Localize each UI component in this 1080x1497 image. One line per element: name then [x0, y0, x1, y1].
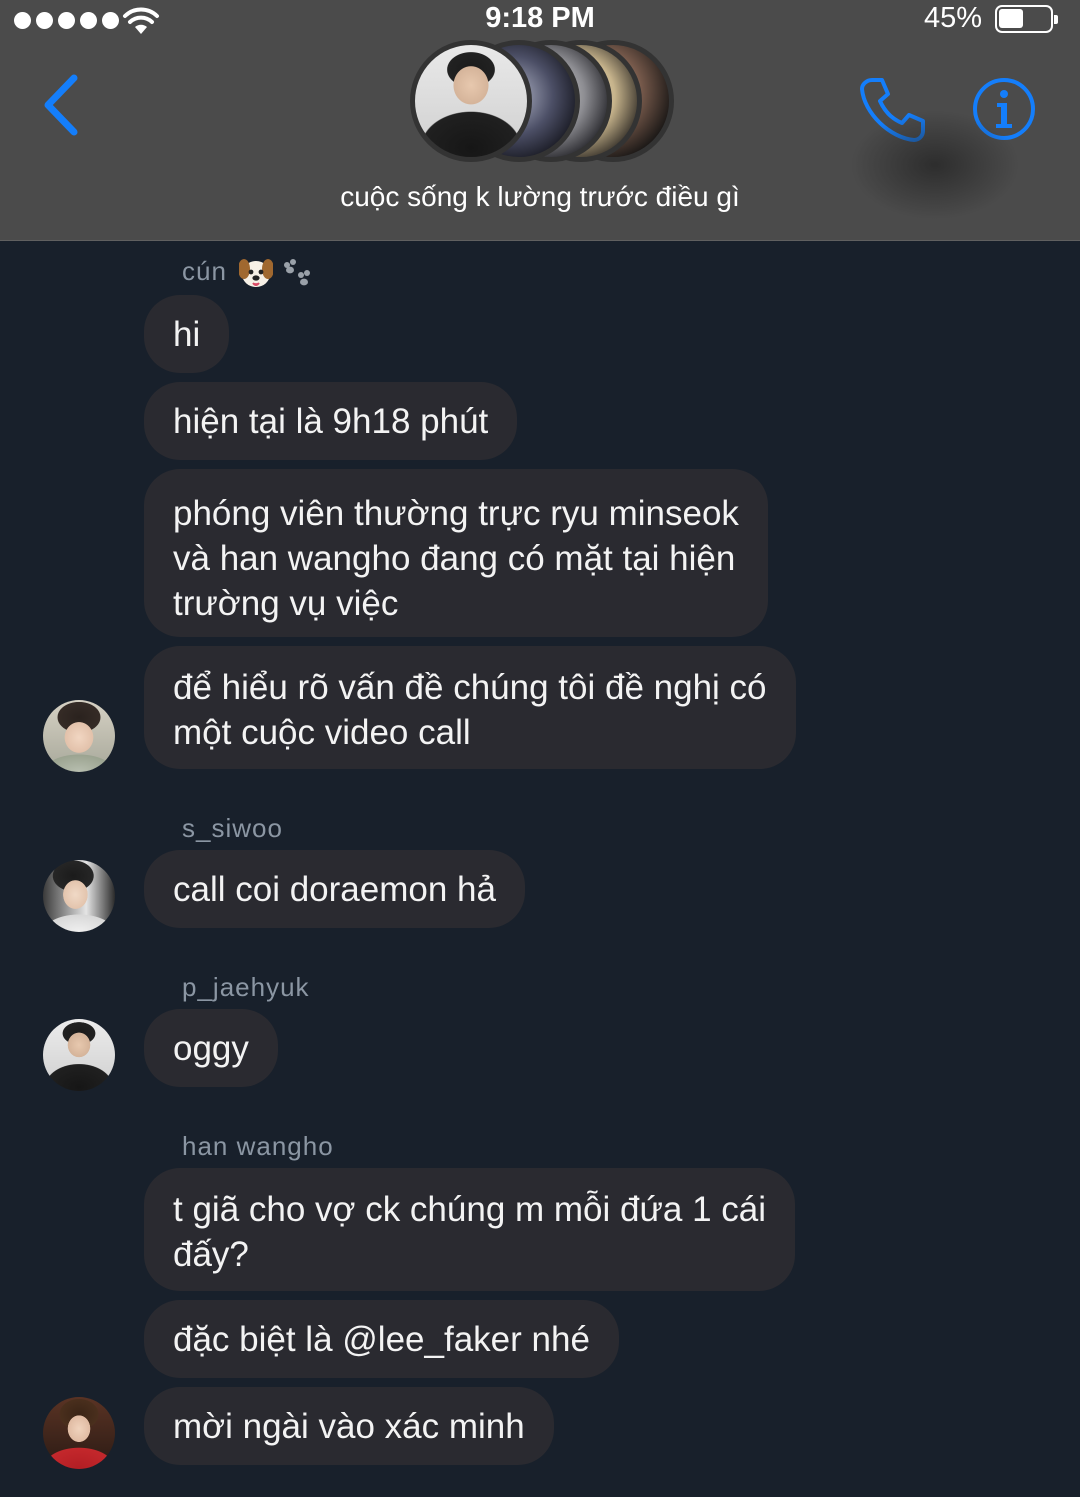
message-bubble[interactable]: hiện tại là 9h18 phút — [144, 382, 518, 460]
message-bubble[interactable]: oggy — [144, 1009, 278, 1087]
status-bar: 9:18 PM 45% — [0, 0, 1080, 40]
message-bubble[interactable]: call coi doraemon hả — [144, 850, 525, 928]
message-bubble[interactable]: mời ngài vào xác minh — [144, 1387, 554, 1465]
battery-icon — [995, 5, 1058, 33]
paw-prints-icon — [284, 259, 311, 286]
message-bubble[interactable]: để hiểu rõ vấn đề chúng tôi đề nghị có m… — [144, 646, 796, 769]
dog-face-icon — [239, 259, 274, 288]
message-bubble[interactable]: phóng viên thường trực ryu minseok và ha… — [144, 469, 768, 637]
avatar[interactable] — [43, 1019, 115, 1091]
message-bubble[interactable]: hi — [144, 295, 230, 373]
battery-percentage: 45% — [924, 2, 983, 34]
group-avatar-stack[interactable] — [406, 38, 676, 166]
avatar[interactable] — [43, 1397, 115, 1469]
sender-name: s_siwoo — [182, 813, 283, 843]
group-member-avatar — [410, 40, 532, 162]
status-time: 9:18 PM — [485, 2, 595, 34]
group-title[interactable]: cuộc sống k lường trước điều gì — [0, 181, 1080, 213]
avatar[interactable] — [43, 860, 115, 932]
avatar[interactable] — [43, 700, 115, 772]
chat-header: 9:18 PM 45% cuộc sống k lường trước điều… — [0, 0, 1080, 241]
sender-name: han wangho — [182, 1131, 334, 1161]
message-bubble[interactable]: t giã cho vợ ck chúng m mỗi đứa 1 cái đấ… — [144, 1168, 796, 1291]
info-icon[interactable] — [971, 76, 1037, 142]
back-chevron-icon[interactable] — [38, 72, 84, 138]
message-bubble[interactable]: đặc biệt là @lee_faker nhé — [144, 1300, 619, 1378]
sender-name: p_jaehyuk — [182, 972, 310, 1002]
phone-icon[interactable] — [858, 74, 928, 144]
sender-name: cún — [182, 256, 313, 289]
